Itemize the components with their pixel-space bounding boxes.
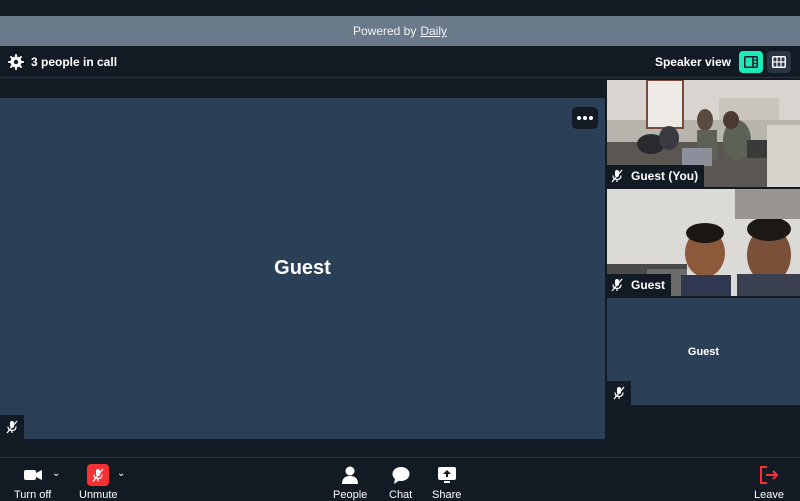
mic-button[interactable]: Unmute	[79, 464, 118, 501]
participant-name-tag: Guest (You)	[607, 165, 705, 187]
share-button[interactable]: Share	[432, 464, 461, 501]
camera-icon	[23, 470, 42, 480]
chevron-down-icon[interactable]: ⌄	[117, 468, 125, 479]
chevron-down-icon[interactable]: ⌄	[52, 468, 60, 479]
participant-name: Guest	[631, 278, 666, 292]
chat-button[interactable]: Chat	[389, 464, 412, 501]
camera-button[interactable]: Turn off	[14, 464, 51, 501]
chat-icon	[392, 467, 410, 484]
participant-count: 3 people in call	[31, 55, 118, 69]
daily-link[interactable]: Daily	[420, 24, 447, 38]
leave-icon	[759, 466, 779, 484]
gear-icon[interactable]	[8, 54, 24, 70]
call-header: 3 people in call Speaker view	[0, 46, 800, 78]
muted-mic-icon	[611, 169, 623, 183]
leave-button[interactable]: Leave	[754, 464, 784, 501]
speaker-name: Guest	[274, 257, 331, 279]
muted-mic-icon	[0, 415, 24, 439]
more-options-button[interactable]	[572, 107, 598, 129]
powered-by-banner: Powered by Daily	[0, 16, 800, 46]
participant-name: Guest (You)	[631, 169, 699, 183]
grid-view-icon	[772, 56, 786, 68]
view-mode-label: Speaker view	[654, 55, 731, 69]
participant-name: Guest	[687, 345, 720, 358]
participant-name-tag: Guest	[607, 274, 672, 296]
muted-mic-icon	[607, 381, 631, 405]
people-label: People	[333, 489, 368, 501]
chat-label: Chat	[389, 489, 413, 501]
speaker-view-button[interactable]	[739, 51, 763, 73]
participant-tile: Guest	[607, 298, 800, 405]
more-icon	[577, 116, 581, 120]
share-label: Share	[432, 489, 462, 501]
participant-tile-you: Guest (You)	[607, 80, 800, 187]
people-button[interactable]: People	[333, 464, 367, 501]
speaker-view-icon	[744, 56, 758, 68]
person-icon	[342, 466, 359, 484]
participant-tile: Guest	[607, 189, 800, 296]
control-tray: Turn off ⌄ Unmute ⌄ People Chat Share Le…	[0, 457, 800, 501]
speaker-tile: Guest	[0, 98, 605, 439]
muted-mic-icon	[87, 464, 110, 486]
main-spacer	[0, 79, 605, 98]
mic-label: Unmute	[79, 489, 118, 501]
camera-label: Turn off	[14, 489, 52, 501]
muted-mic-icon	[611, 278, 623, 292]
grid-view-button[interactable]	[767, 51, 791, 73]
powered-by-text: Powered by	[352, 24, 417, 38]
screen-share-icon	[437, 467, 456, 483]
top-strip	[0, 0, 800, 16]
leave-label: Leave	[754, 489, 784, 501]
